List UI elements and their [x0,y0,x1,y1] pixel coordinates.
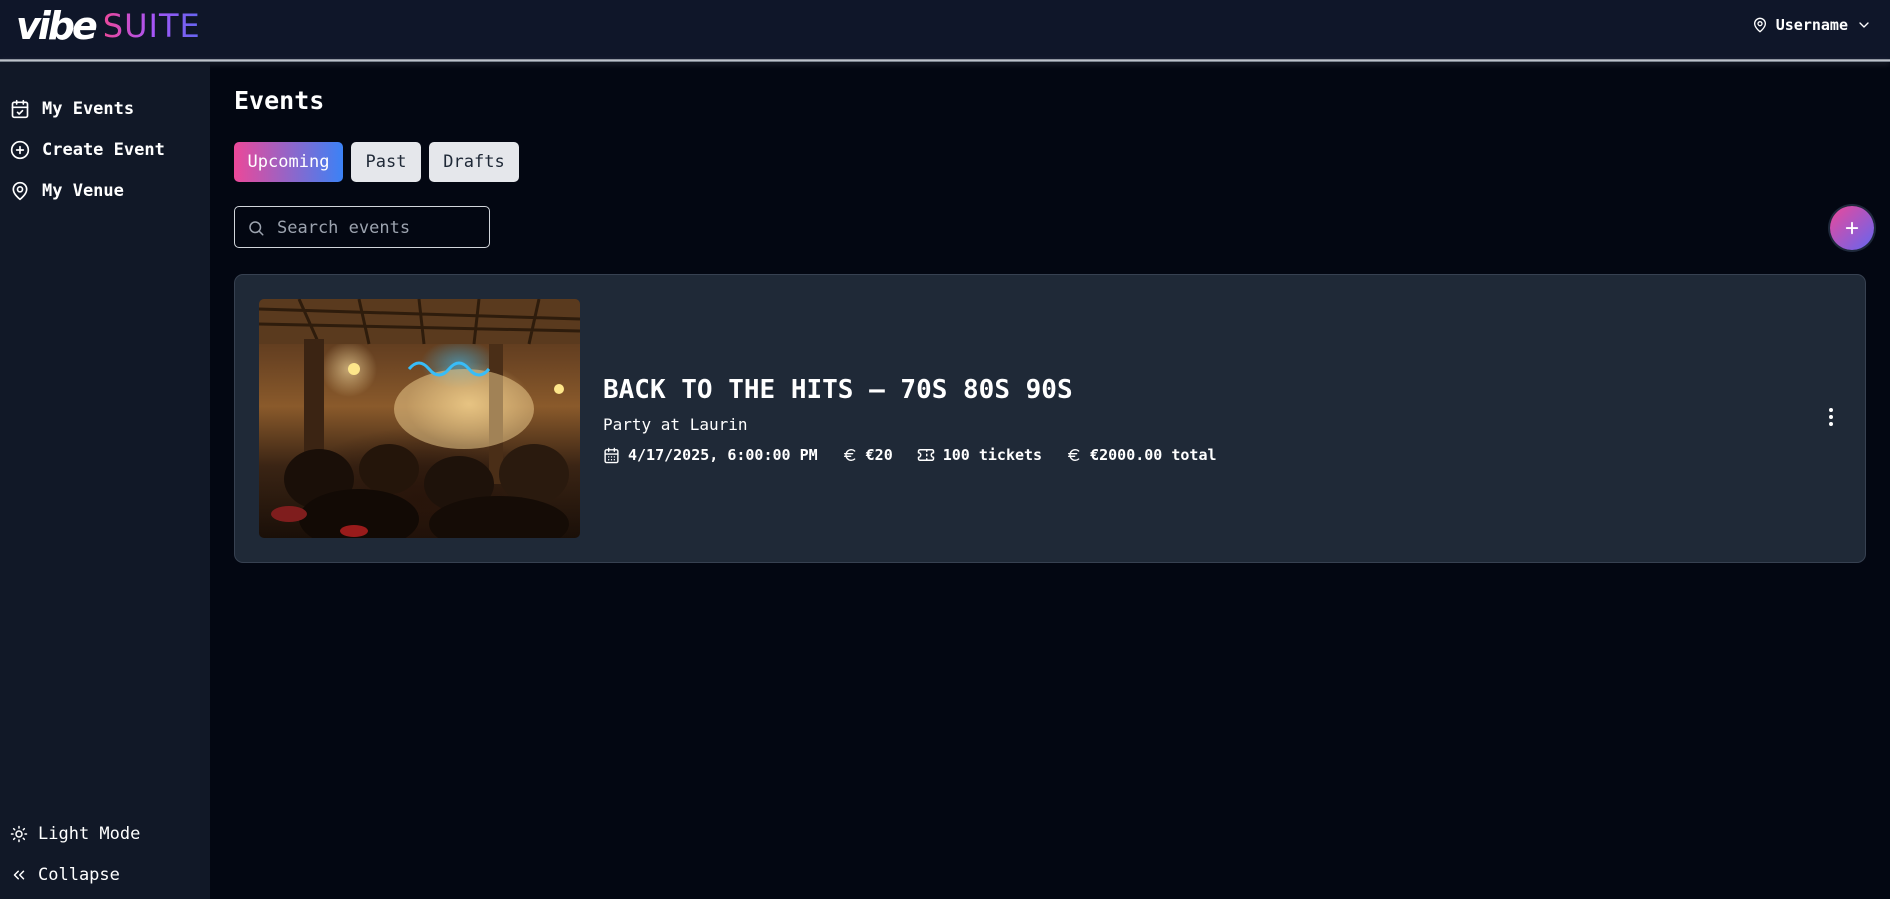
collapse-sidebar-button[interactable]: Collapse [10,862,120,888]
app-logo[interactable]: vibe SUITE [16,2,201,50]
calendar-check-icon [11,99,29,119]
top-header: vibe SUITE Username [0,0,1890,60]
more-vertical-icon [1829,408,1833,426]
logo-suite-text: SUITE [102,7,201,45]
tab-past[interactable]: Past [351,142,421,182]
map-pin-icon [1753,17,1766,33]
page-title: Events [234,86,325,115]
sun-icon [10,825,28,843]
light-mode-label: Light Mode [38,824,141,844]
plus-circle-icon [10,140,30,160]
event-date: 4/17/2025, 6:00:00 PM [603,446,818,464]
event-title[interactable]: BACK TO THE HITS – 70S 80S 90S [603,375,1073,405]
map-pin-icon [12,181,28,201]
chevron-down-icon [1859,22,1869,28]
event-card[interactable]: BACK TO THE HITS – 70S 80S 90S Party at … [234,274,1866,563]
collapse-label: Collapse [38,865,120,885]
event-price: €20 [842,446,893,464]
event-meta: 4/17/2025, 6:00:00 PM €20 100 tickets €2… [603,444,1241,466]
username-label: Username [1775,16,1848,34]
ticket-icon [917,449,934,461]
search-input[interactable] [275,207,485,249]
sidebar: My Events Create Event My Venue Light Mo… [0,62,210,899]
light-mode-toggle[interactable]: Light Mode [10,821,140,847]
tab-upcoming[interactable]: Upcoming [234,142,343,182]
euro-icon [843,448,855,461]
sidebar-item-create-event[interactable]: Create Event [10,137,165,163]
event-price-text: €20 [865,446,893,464]
header-divider [0,59,1890,62]
sidebar-item-my-events[interactable]: My Events [10,96,134,122]
event-tickets-text: 100 tickets [942,446,1043,464]
sidebar-item-my-venue[interactable]: My Venue [10,178,124,204]
logo-wordmark: vibe [16,4,98,48]
event-tickets: 100 tickets [917,446,1042,464]
sidebar-item-label: My Events [42,99,135,119]
calendar-icon [604,447,619,463]
sidebar-item-label: Create Event [42,140,165,160]
event-datetime-text: 4/17/2025, 6:00:00 PM [628,446,818,464]
plus-icon [1845,221,1859,235]
event-photo [259,299,580,538]
event-total: €2000.00 total [1066,446,1217,464]
sidebar-item-label: My Venue [42,181,124,201]
event-options-button[interactable] [1821,403,1841,431]
search-box [234,206,490,249]
tab-drafts[interactable]: Drafts [429,142,519,182]
chevrons-left-icon [13,870,25,880]
event-total-text: €2000.00 total [1090,446,1217,464]
user-menu[interactable]: Username [1752,14,1872,36]
add-event-button[interactable] [1830,206,1874,250]
event-subtitle: Party at Laurin [603,415,748,434]
event-image [259,299,580,538]
euro-icon [1068,448,1080,461]
search-icon [249,221,264,236]
